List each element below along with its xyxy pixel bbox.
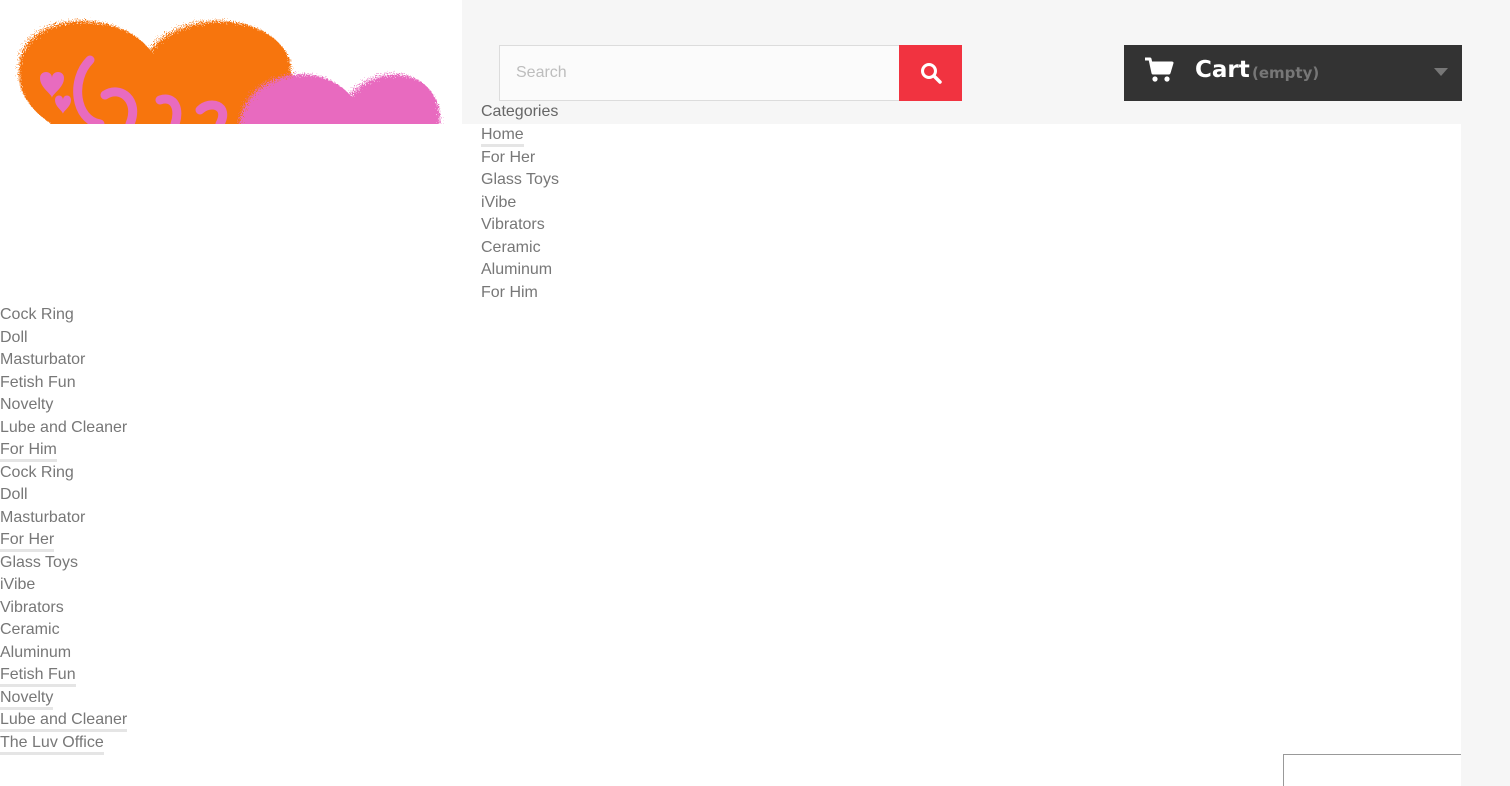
submenu-item[interactable]: Fetish Fun [0, 664, 127, 687]
menu-item-label: For Her [481, 148, 536, 166]
submenu-item[interactable]: iVibe [0, 574, 127, 597]
submenu-item[interactable]: Fetish Fun [0, 372, 127, 395]
submenu-item[interactable]: Aluminum [0, 642, 127, 665]
submenu-item-label: For Him [0, 440, 57, 462]
submenu-item[interactable]: For Him [0, 439, 127, 462]
sub-menu: Cock Ring Doll Masturbator Fetish Fun Novelt… [0, 304, 128, 755]
menu-item-label: Home [481, 125, 524, 147]
submenu-item-label: iVibe [0, 576, 36, 593]
submenu-item[interactable]: Doll [0, 327, 127, 350]
cart-quantity: (empty) [1252, 64, 1320, 82]
cart-label: Cart [1195, 57, 1250, 83]
submenu-item-label: Masturbator [0, 508, 86, 526]
search-button[interactable] [899, 45, 962, 101]
content-panel [0, 124, 1461, 786]
menu-item-label: Aluminum [481, 261, 553, 278]
menu-item-label: Vibrators [481, 216, 545, 233]
menu-item[interactable]: Home [481, 124, 559, 147]
menu-item[interactable]: iVibe [481, 192, 559, 215]
corner-box [1283, 754, 1461, 786]
submenu-item[interactable]: Lube and Cleaner [0, 709, 128, 732]
page: Cart (empty) Categories HomeFor HerGlass… [0, 0, 1510, 786]
cart-dropdown[interactable]: Cart (empty) [1124, 45, 1462, 101]
submenu-item-label: Lube and Cleaner [0, 710, 128, 732]
submenu-item-label: Lube and Cleaner [0, 418, 128, 436]
submenu-item[interactable]: Cock Ring [0, 462, 127, 485]
submenu-item-label: Aluminum [0, 643, 72, 661]
menu-item[interactable]: Aluminum [481, 259, 559, 282]
submenu-item[interactable]: Lube and Cleaner [0, 417, 127, 440]
submenu-item[interactable]: Vibrators [0, 597, 127, 620]
search-input[interactable] [499, 45, 899, 101]
submenu-item[interactable]: Ceramic [0, 619, 127, 642]
submenu-item[interactable]: Masturbator [0, 349, 127, 372]
menu-item[interactable]: For Him [481, 282, 559, 305]
submenu-item-label: Vibrators [0, 598, 64, 616]
submenu-item[interactable]: Novelty [0, 394, 127, 417]
submenu-item[interactable]: The Luv Office [0, 732, 127, 755]
submenu-item-label: Fetish Fun [0, 665, 76, 687]
submenu-item[interactable]: Glass Toys [0, 552, 127, 575]
submenu-item-label: Masturbator [0, 351, 86, 368]
submenu-item[interactable]: Novelty [0, 687, 127, 710]
submenu-item-label: Cock Ring [0, 463, 74, 481]
menu-item-label: Ceramic [481, 238, 541, 256]
logo-graphic [0, 0, 462, 124]
submenu-item-label: Glass Toys [0, 553, 78, 571]
submenu-item[interactable]: Cock Ring [0, 304, 127, 327]
menu-title: Categories [481, 103, 559, 120]
submenu-item-label: Ceramic [0, 621, 60, 638]
submenu-item-label: Novelty [0, 396, 54, 413]
search-icon [920, 63, 942, 84]
submenu-item-label: The Luv Office [0, 733, 104, 755]
submenu-item-label: Cock Ring [0, 306, 74, 323]
chevron-down-icon [1434, 68, 1448, 76]
submenu-item[interactable]: For Her [0, 529, 127, 552]
site-logo[interactable] [0, 0, 462, 124]
top-menu: Home For Her Glass Toys iVibe Vibrators Ceram… [481, 124, 559, 304]
submenu-item-label: For Her [0, 530, 55, 552]
submenu-item-label: Novelty [0, 688, 54, 710]
menu-item[interactable]: For Her [481, 147, 559, 170]
submenu-item-label: Fetish Fun [0, 373, 76, 391]
menu-item-label: iVibe [481, 193, 517, 211]
shopping-cart-icon [1145, 57, 1174, 82]
submenu-item-label: Doll [0, 486, 28, 503]
submenu-item[interactable]: Masturbator [0, 507, 127, 530]
menu-item-label: For Him [481, 283, 538, 301]
menu-item[interactable]: Vibrators [481, 214, 559, 237]
menu-item-label: Glass Toys [481, 171, 559, 188]
menu-item[interactable]: Ceramic [481, 237, 559, 260]
submenu-item[interactable]: Doll [0, 484, 127, 507]
menu-item[interactable]: Glass Toys [481, 169, 559, 192]
submenu-item-label: Doll [0, 328, 28, 346]
